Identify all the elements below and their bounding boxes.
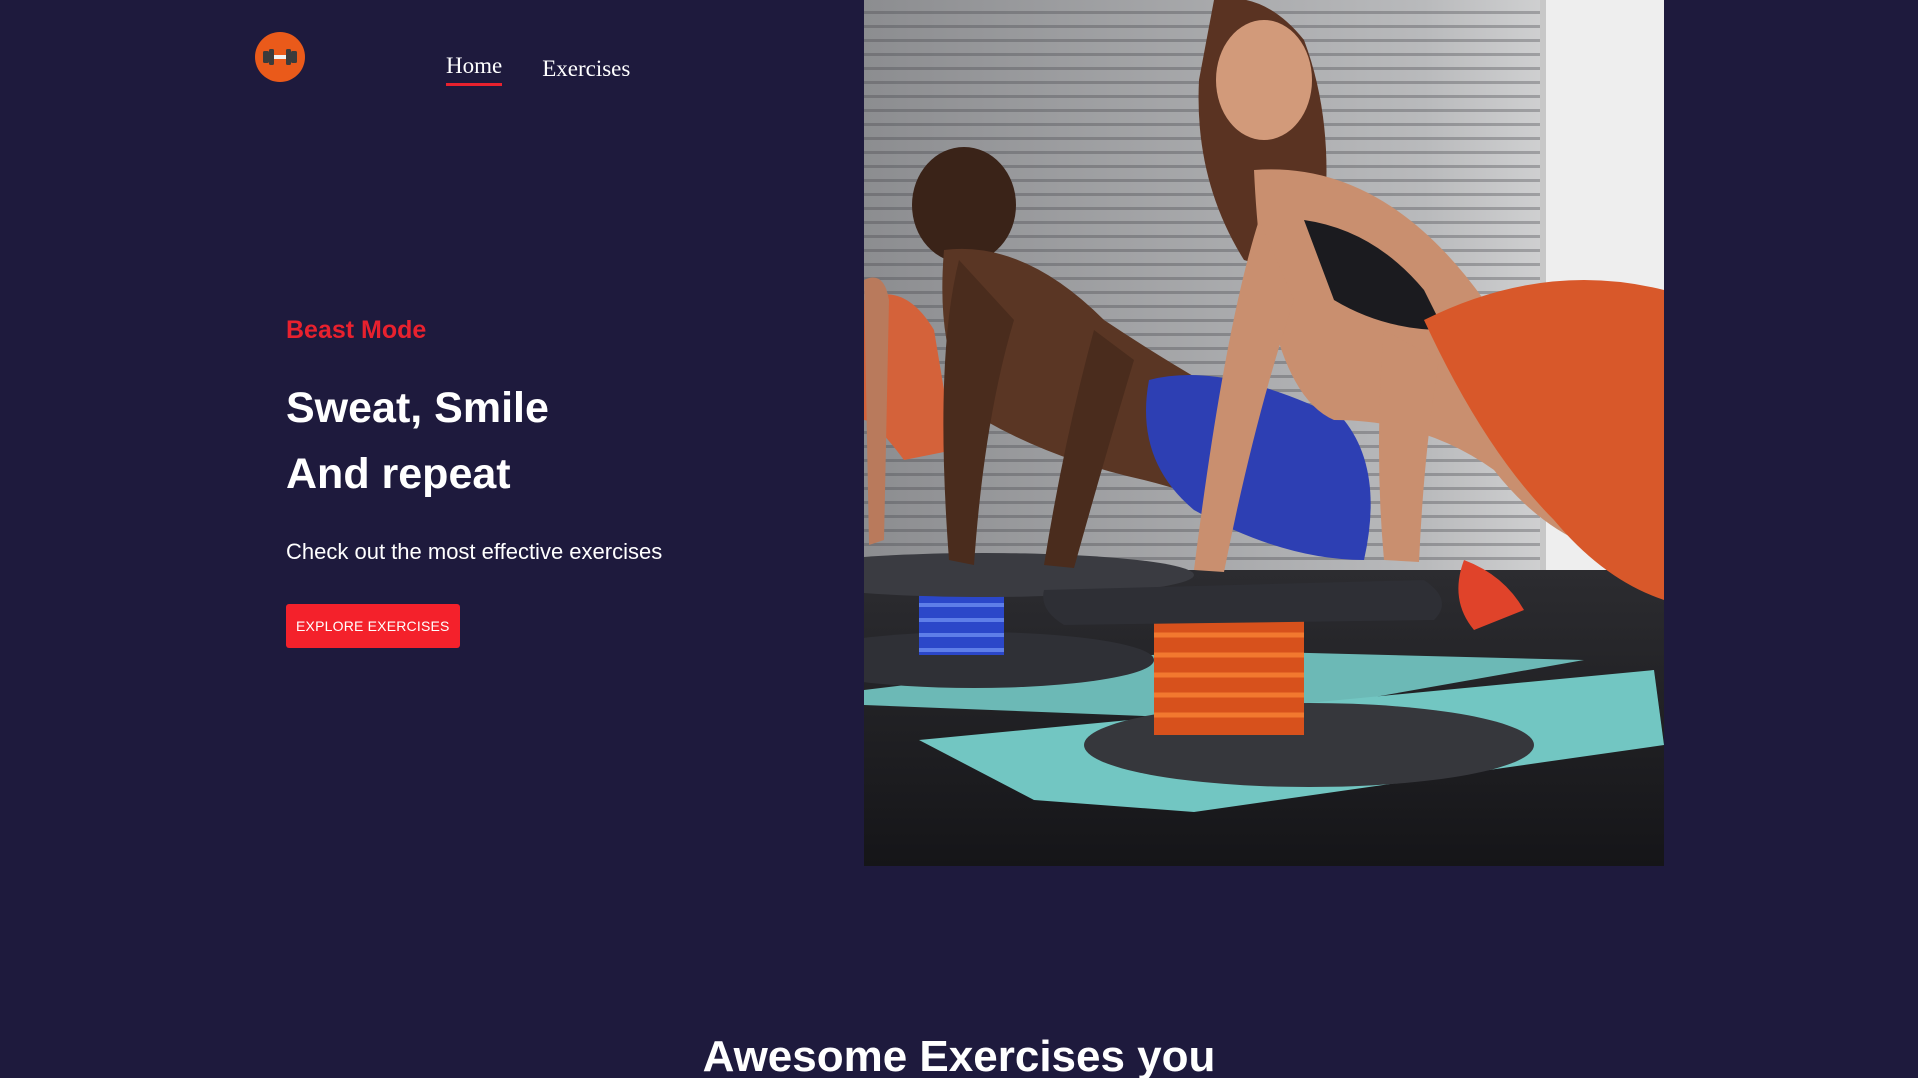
nav-exercises-link[interactable]: Exercises	[542, 55, 630, 86]
hero-headline-line2: And repeat	[286, 450, 511, 498]
hero-headline-line1: Sweat, Smile	[286, 384, 549, 432]
hero-subtitle: Check out the most effective exercises	[286, 539, 663, 564]
hero-banner-image	[864, 0, 1664, 866]
hero-tagline: Beast Mode	[286, 316, 427, 344]
logo-dumbbell-icon[interactable]	[255, 32, 305, 82]
section-title: Awesome Exercises you	[702, 1032, 1216, 1078]
dumbbell-icon	[263, 49, 297, 65]
fitness-photo	[864, 0, 1664, 866]
nav-home-link[interactable]: Home	[446, 52, 503, 86]
hero-section: Beast Mode Sweat, Smile And repeat Check…	[286, 316, 806, 648]
main-nav: Home Exercises	[446, 52, 630, 86]
explore-exercises-button[interactable]: EXPLORE EXERCISES	[286, 604, 460, 648]
